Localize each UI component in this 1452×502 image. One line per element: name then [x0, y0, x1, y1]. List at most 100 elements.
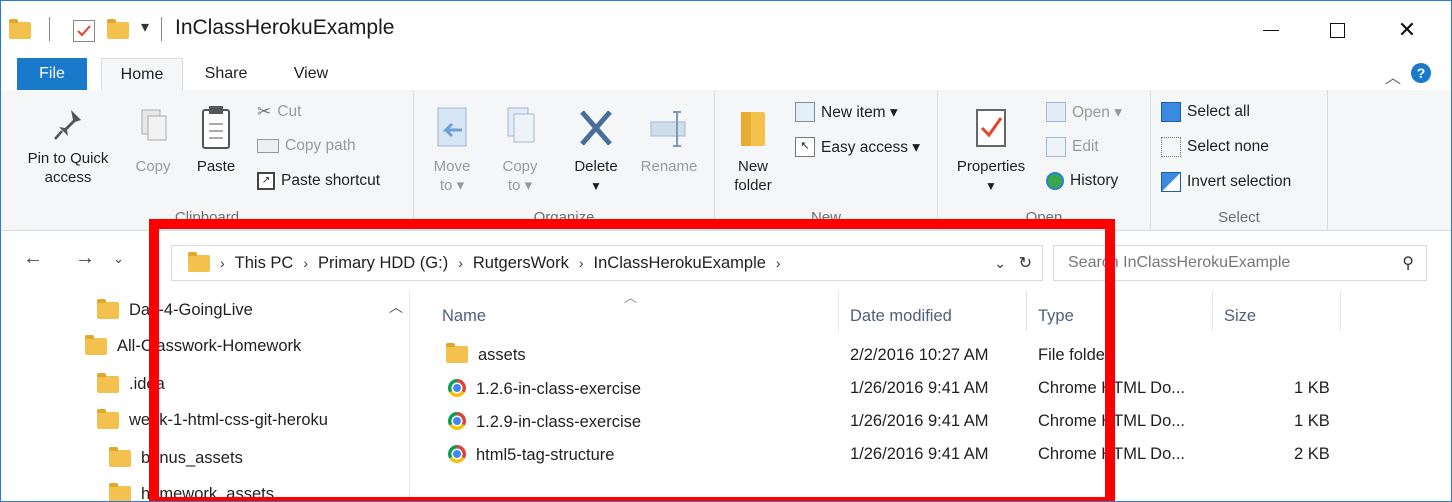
file-row[interactable]: 1.2.6-in-class-exercise 1/26/2016 9:41 A… — [410, 374, 1451, 406]
delete-button[interactable]: Delete ▼ — [566, 104, 626, 196]
file-row[interactable]: html5-tag-structure 1/26/2016 9:41 AM Ch… — [410, 440, 1451, 472]
breadcrumb-chevron-icon[interactable]: › — [776, 255, 781, 271]
refresh-icon[interactable]: ↻ — [1019, 253, 1032, 273]
breadcrumb-this-pc[interactable]: This PC — [235, 254, 294, 273]
file-name: 1.2.9-in-class-exercise — [476, 413, 642, 431]
tree-item[interactable]: bonus_assets — [109, 447, 243, 468]
select-none-button[interactable]: Select none — [1161, 137, 1269, 157]
select-none-icon — [1161, 137, 1181, 157]
column-header-date-modified[interactable]: Date modified — [850, 301, 952, 331]
folder-icon — [97, 409, 119, 429]
edit-icon — [1046, 137, 1066, 157]
file-row[interactable]: 1.2.9-in-class-exercise 1/26/2016 9:41 A… — [410, 407, 1451, 439]
delete-dropdown-icon[interactable]: ▼ — [590, 179, 602, 193]
copy-button[interactable]: Copy — [127, 106, 179, 176]
column-divider[interactable] — [1340, 291, 1341, 331]
forward-arrow-icon[interactable]: → — [75, 247, 95, 270]
back-arrow-icon[interactable]: ← — [23, 247, 43, 270]
cut-button[interactable]: ✂ Cut — [257, 102, 301, 122]
tree-item[interactable]: Day-4-GoingLive — [97, 299, 253, 320]
new-group-label: New — [810, 209, 841, 226]
up-arrow-icon[interactable]: ↑ — [147, 247, 156, 268]
copy-path-button[interactable]: Copy path — [257, 137, 356, 155]
invert-selection-button[interactable]: Invert selection — [1161, 172, 1291, 192]
tab-view[interactable]: View — [281, 58, 341, 90]
breadcrumb-chevron-icon[interactable]: › — [220, 255, 225, 271]
tree-item-label: All-Classwork-Homework — [117, 337, 302, 355]
invert-selection-label: Invert selection — [1187, 173, 1292, 190]
tab-share[interactable]: Share — [191, 58, 261, 90]
organize-group: Move to ▾ Copy to ▾ Delete ▼ Rename Orga… — [414, 90, 715, 230]
new-item-button[interactable]: New item ▾ — [795, 102, 898, 122]
collapse-ribbon-icon[interactable]: ︿ — [1385, 64, 1401, 88]
new-folder-qat-icon[interactable] — [107, 19, 129, 39]
move-label-1: Move — [433, 158, 471, 175]
tree-item[interactable]: week-1-html-css-git-heroku — [97, 409, 328, 430]
pin-icon — [54, 110, 81, 140]
file-row[interactable]: assets 2/2/2016 10:27 AM File folder — [410, 341, 1451, 373]
breadcrumb-chevron-icon[interactable]: › — [458, 255, 463, 271]
file-date: 2/2/2016 10:27 AM — [850, 346, 989, 364]
tab-file[interactable]: File — [17, 58, 87, 90]
move-to-button[interactable]: Move to ▾ — [426, 104, 478, 195]
folder-icon — [9, 19, 31, 39]
open-label: Open ▾ — [1072, 103, 1123, 121]
open-group: Properties ▼ Open ▾ Edit History Open — [938, 90, 1151, 230]
history-button[interactable]: History — [1046, 172, 1118, 190]
customize-qat-icon[interactable]: ▾ — [141, 17, 149, 37]
address-bar[interactable]: › This PC › Primary HDD (G:) › RutgersWo… — [171, 245, 1043, 281]
copy-to-label-2: to ▾ — [507, 177, 533, 194]
new-folder-button[interactable]: New folder — [727, 104, 779, 195]
breadcrumb-chevron-icon[interactable]: › — [579, 255, 584, 271]
select-all-button[interactable]: Select all — [1161, 102, 1250, 122]
close-button[interactable]: ✕ — [1387, 11, 1427, 49]
column-header-size[interactable]: Size — [1224, 301, 1256, 331]
sort-ascending-icon: ︿ — [624, 290, 638, 305]
properties-check-icon[interactable] — [73, 20, 95, 42]
properties-button[interactable]: Properties ▼ — [946, 104, 1036, 196]
folder-icon — [97, 373, 119, 393]
edit-label: Edit — [1072, 138, 1099, 155]
tree-item[interactable]: .idea — [97, 373, 165, 394]
copy-icon — [141, 109, 167, 141]
breadcrumb-primary-hdd[interactable]: Primary HDD (G:) — [318, 254, 448, 273]
pin-quick-access-button[interactable]: Pin to Quick access — [15, 106, 121, 187]
address-dropdown-icon[interactable]: ⌄ — [994, 255, 1006, 272]
column-divider[interactable] — [1212, 291, 1213, 331]
new-folder-label-2: folder — [734, 177, 772, 194]
search-input[interactable]: Search InClassHerokuExample — [1068, 254, 1290, 272]
tree-item[interactable]: All-Classwork-Homework — [85, 335, 302, 356]
search-box[interactable]: Search InClassHerokuExample ⚲ — [1053, 245, 1427, 281]
column-header-type[interactable]: Type — [1038, 301, 1074, 331]
easy-access-button[interactable]: ↖ Easy access ▾ — [795, 137, 920, 157]
nav-scroll-up-icon[interactable]: ︿ — [389, 297, 403, 317]
column-divider[interactable] — [1026, 291, 1027, 331]
properties-dropdown-icon[interactable]: ▼ — [985, 179, 997, 193]
search-icon[interactable]: ⚲ — [1402, 253, 1414, 273]
maximize-button[interactable] — [1317, 11, 1357, 49]
paste-button[interactable]: Paste — [189, 104, 243, 176]
tab-home[interactable]: Home — [101, 58, 183, 92]
recent-locations-chevron-icon[interactable]: ⌄ — [113, 251, 124, 267]
column-header-name[interactable]: Name — [442, 301, 486, 331]
minimize-button[interactable] — [1251, 11, 1291, 49]
file-type: File folder — [1038, 346, 1111, 364]
new-folder-label-1: New — [737, 158, 768, 175]
file-type: Chrome HTML Do... — [1038, 379, 1186, 397]
tree-item[interactable]: homework_assets — [109, 483, 274, 501]
rename-label: Rename — [640, 158, 698, 175]
new-group: New folder New item ▾ ↖ Easy access ▾ Ne… — [715, 90, 938, 230]
column-divider[interactable] — [838, 291, 839, 331]
breadcrumb-rutgerswork[interactable]: RutgersWork — [473, 254, 569, 273]
chrome-icon — [448, 379, 466, 397]
help-icon[interactable]: ? — [1411, 63, 1431, 83]
open-button[interactable]: Open ▾ — [1046, 102, 1122, 122]
rename-button[interactable]: Rename — [636, 104, 702, 176]
breadcrumb-inclassherokuexample[interactable]: InClassHerokuExample — [594, 254, 766, 273]
breadcrumb-chevron-icon[interactable]: › — [303, 255, 308, 271]
file-name-cell: assets — [446, 343, 526, 365]
copy-to-button[interactable]: Copy to ▾ — [494, 104, 546, 195]
select-group-label: Select — [1218, 209, 1260, 226]
paste-shortcut-button[interactable]: ↗ Paste shortcut — [257, 172, 380, 190]
edit-button[interactable]: Edit — [1046, 137, 1099, 157]
